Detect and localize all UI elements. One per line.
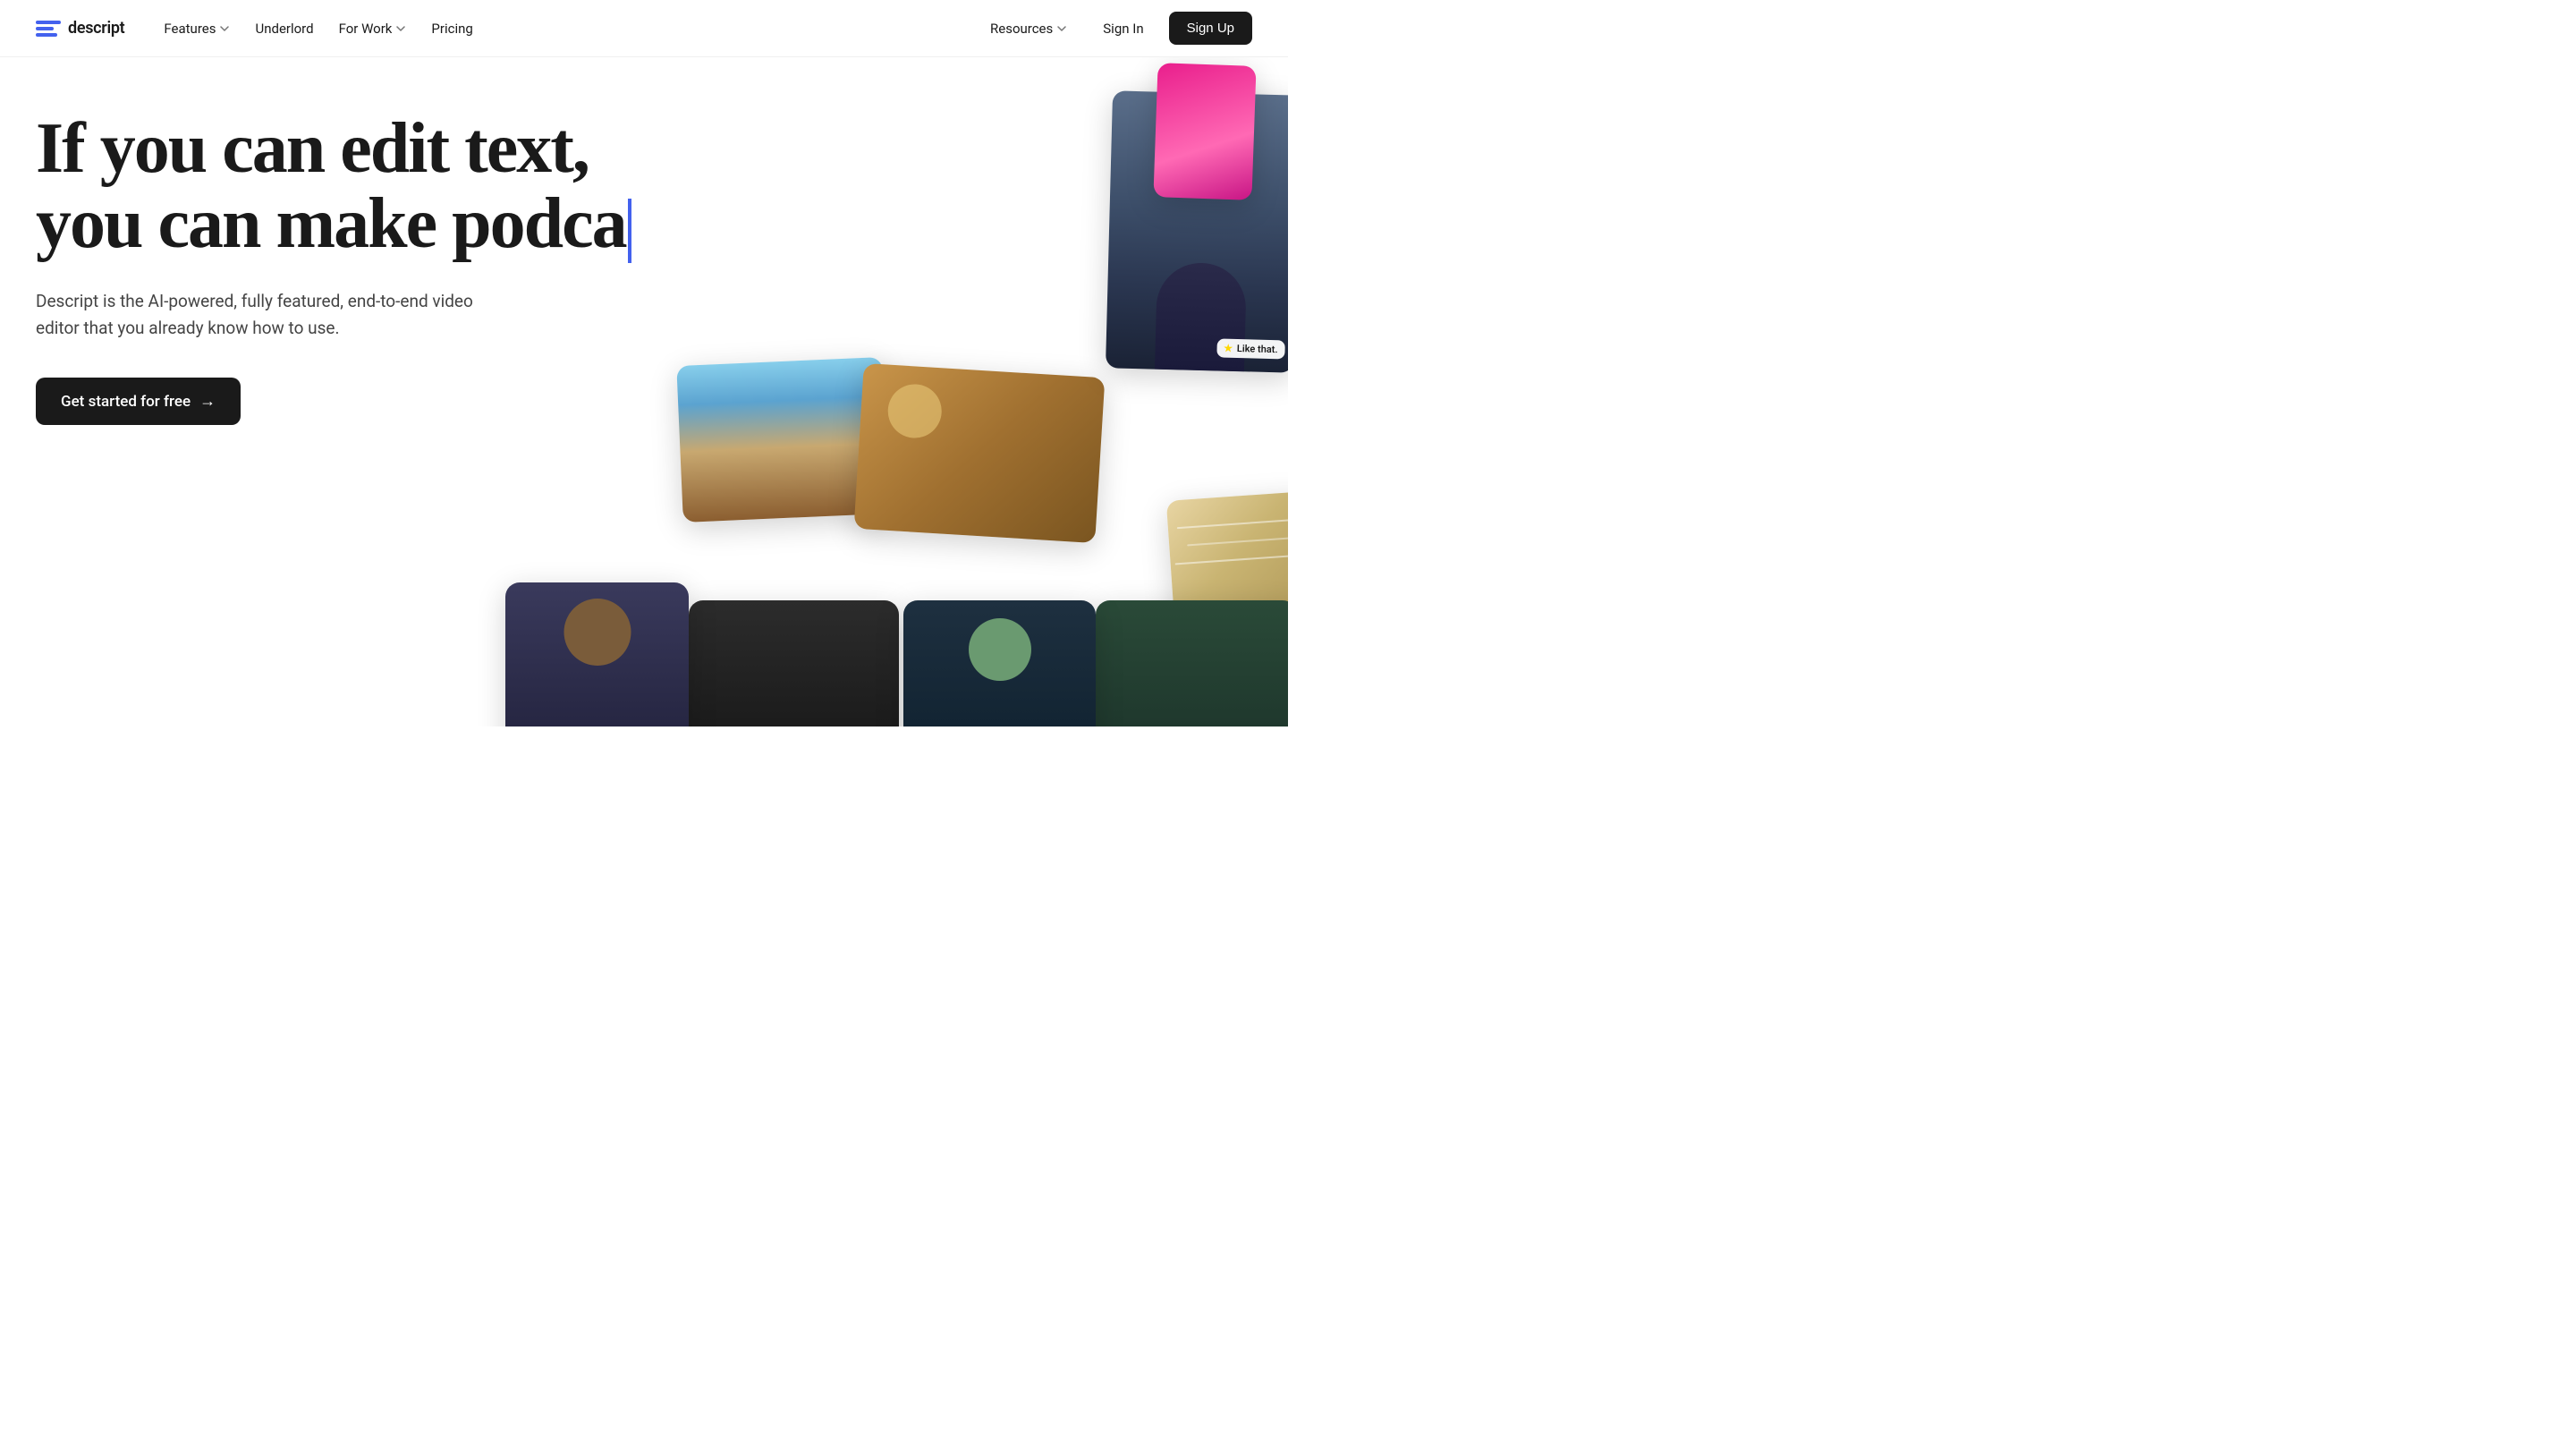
like-text: Like that. (1237, 343, 1278, 355)
thumbnail-headphones-person (903, 600, 1096, 726)
sign-in-label: Sign In (1103, 21, 1143, 37)
logo-bar-3 (36, 33, 57, 37)
like-badge: ★ Like that. (1216, 338, 1285, 359)
map-line-2 (1187, 536, 1288, 547)
thumbnail-desert (676, 357, 888, 523)
sign-up-label: Sign Up (1187, 21, 1234, 36)
nav-link-underlord[interactable]: Underlord (244, 13, 324, 44)
thumbnail-green-bg (1096, 600, 1288, 726)
thumbnails-area: ★ Like that. (608, 57, 1288, 726)
navbar: descript Features Underlord For Work Pri… (0, 0, 1288, 57)
nav-pricing-label: Pricing (431, 21, 472, 37)
logo-bar-2 (36, 27, 54, 30)
room-light (886, 383, 944, 440)
logo-icon (36, 19, 61, 38)
map-line-3 (1175, 555, 1288, 565)
hero-content: If you can edit text, you can make podca… (36, 111, 662, 425)
logo-bar-1 (36, 21, 61, 24)
thumbnail-person-top: ★ Like that. (1106, 90, 1288, 372)
thumbnail-dark-scene (689, 600, 899, 726)
thumbnail-map (1166, 490, 1288, 666)
face-avatar-2 (564, 599, 631, 666)
thumbnail-pink (1153, 63, 1256, 200)
face-avatar-3 (969, 618, 1031, 681)
headline-line2: you can make podca (36, 184, 626, 263)
chevron-down-icon-3 (1056, 23, 1067, 34)
cta-label: Get started for free (61, 393, 191, 411)
text-cursor (628, 199, 631, 263)
thumbnail-person-glasses (505, 582, 689, 726)
star-icon: ★ (1224, 343, 1233, 354)
headline-line1: If you can edit text, (36, 109, 589, 188)
hero-subtext: Descript is the AI-powered, fully featur… (36, 288, 519, 343)
nav-resources-link[interactable]: Resources (979, 13, 1078, 44)
hero-headline: If you can edit text, you can make podca (36, 111, 662, 263)
thumbnail-room (854, 363, 1106, 543)
nav-features-label: Features (164, 21, 216, 37)
body-shape-1 (1155, 262, 1247, 372)
chevron-down-icon-2 (395, 23, 406, 34)
resources-label: Resources (990, 21, 1053, 37)
nav-link-pricing[interactable]: Pricing (420, 13, 483, 44)
logo-text: descript (68, 19, 124, 38)
face-avatar-1 (1175, 128, 1235, 188)
nav-link-features[interactable]: Features (153, 13, 241, 44)
nav-left: descript Features Underlord For Work Pri… (36, 13, 484, 44)
cta-arrow: → (199, 392, 216, 411)
sign-up-button[interactable]: Sign Up (1169, 12, 1252, 45)
nav-links: Features Underlord For Work Pricing (153, 13, 483, 44)
cta-button[interactable]: Get started for free → (36, 378, 241, 425)
nav-underlord-label: Underlord (255, 21, 313, 37)
nav-forwork-label: For Work (339, 21, 393, 37)
chevron-down-icon (219, 23, 230, 34)
nav-link-forwork[interactable]: For Work (328, 13, 418, 44)
logo[interactable]: descript (36, 19, 124, 38)
hero-section: If you can edit text, you can make podca… (0, 57, 1288, 726)
map-line-1 (1177, 518, 1288, 529)
sign-in-link[interactable]: Sign In (1092, 13, 1154, 44)
nav-right: Resources Sign In Sign Up (979, 12, 1252, 45)
